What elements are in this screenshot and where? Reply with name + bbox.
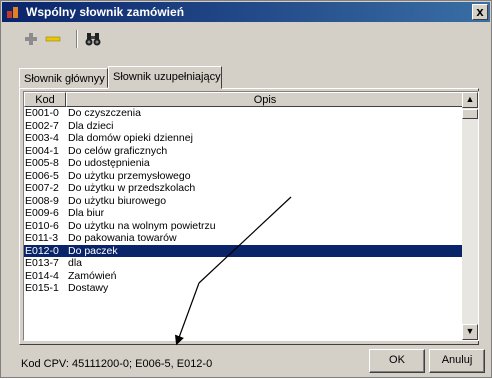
table-row[interactable]: E009-6 Dla biur (24, 207, 464, 220)
row-description: Dostawy (68, 282, 109, 294)
list-header: Kod Opis (24, 92, 464, 107)
binoculars-icon (85, 33, 101, 46)
row-code: E009-6 (25, 207, 59, 219)
scroll-thumb[interactable] (462, 109, 478, 119)
title-bar[interactable]: Wspólny słownik zamówień x (2, 2, 490, 22)
row-description: Do użytku na wolnym powietrzu (68, 219, 216, 232)
vertical-scrollbar[interactable]: ▲ ▼ (462, 92, 478, 340)
cancel-button[interactable]: Anuluj (429, 349, 485, 373)
find-button[interactable] (83, 29, 103, 49)
app-icon (7, 7, 18, 18)
row-description: Do użytku w przedszkolach (68, 182, 196, 194)
toolbar (21, 27, 221, 51)
table-row[interactable]: E004-1 Do celów graficznych (24, 145, 464, 158)
row-description: Do udostępnienia (68, 157, 150, 169)
minus-icon (45, 36, 61, 42)
row-code: E010-6 (25, 219, 59, 232)
row-code: E004-1 (25, 144, 59, 157)
cpv-status-text: Kod CPV: 45111200-0; E006-5, E012-0 (21, 358, 213, 370)
column-header-opis[interactable]: Opis (66, 92, 464, 107)
close-button[interactable]: x (472, 4, 488, 20)
tab-main-dictionary-label: Słownik głównyy (24, 73, 105, 85)
tab-main-dictionary[interactable]: Słownik głównyy (19, 68, 108, 88)
table-row[interactable]: E015-1 Dostawy (24, 282, 464, 295)
row-code: E008-9 (25, 194, 59, 207)
ok-button[interactable]: OK (369, 349, 425, 373)
row-description: Dla domów opieki dziennej (68, 132, 193, 144)
row-description: dla (68, 257, 83, 269)
cancel-button-label: Anuluj (441, 354, 473, 366)
table-row[interactable]: E001-0 Do czyszczenia (24, 107, 464, 120)
row-code: E014-4 (25, 269, 59, 282)
table-row[interactable]: E012-0 Do paczek (24, 244, 464, 257)
row-code: E003-4 (25, 132, 59, 144)
row-description: Do celów graficznych (68, 144, 168, 157)
remove-button[interactable] (43, 29, 63, 49)
row-code: E005-8 (25, 157, 59, 169)
row-description: Dla biur (68, 207, 105, 219)
row-code: E015-1 (25, 282, 59, 294)
row-code: E013-7 (25, 257, 59, 269)
row-code: E006-5 (25, 169, 59, 182)
ok-button-label: OK (389, 354, 405, 366)
row-description: Do paczek (68, 244, 118, 257)
tab-strip: Słownik głównyy Słownik uzupełniający (19, 66, 479, 89)
row-description: Do pakowania towarów (68, 232, 177, 244)
table-row[interactable]: E011-3 Do pakowania towarów (24, 232, 464, 245)
row-code: E007-2 (25, 182, 59, 194)
row-description: Do użytku biurowego (68, 194, 167, 207)
code-list[interactable]: Kod Opis E001-0 Do czyszczenia E002-7 Dla d… (23, 91, 479, 341)
table-row[interactable]: E005-8 Do udostępnienia (24, 157, 464, 170)
row-code: E012-0 (25, 244, 59, 257)
table-row[interactable]: E002-7 Dla dzieci (24, 120, 464, 133)
dialog-window: Wspólny słownik zamówień x Słownik główn… (0, 0, 492, 378)
scroll-up-button[interactable]: ▲ (462, 92, 478, 108)
row-description: Dla dzieci (68, 119, 114, 132)
table-row[interactable]: E007-2 Do użytku w przedszkolach (24, 182, 464, 195)
table-row[interactable]: E010-6 Do użytku na wolnym powietrzu (24, 220, 464, 233)
table-row[interactable]: E008-9 Do użytku biurowego (24, 195, 464, 208)
row-code: E011-3 (25, 232, 59, 244)
row-description: Do użytku przemysłowego (68, 169, 191, 182)
add-button[interactable] (21, 29, 41, 49)
list-rows: E001-0 Do czyszczenia E002-7 Dla dzieci E003… (24, 107, 464, 295)
row-code: E001-0 (25, 107, 59, 119)
table-row[interactable]: E006-5 Do użytku przemysłowego (24, 170, 464, 183)
column-header-kod[interactable]: Kod (24, 92, 66, 107)
row-description: Do czyszczenia (68, 107, 141, 119)
table-row[interactable]: E014-4 Zamówień (24, 270, 464, 283)
plus-icon (25, 33, 37, 45)
row-code: E002-7 (25, 119, 59, 132)
tab-supplementary-dictionary[interactable]: Słownik uzupełniający (108, 66, 222, 89)
table-row[interactable]: E003-4 Dla domów opieki dziennej (24, 132, 464, 145)
row-description: Zamówień (68, 269, 117, 282)
tab-supplementary-dictionary-label: Słownik uzupełniający (113, 71, 221, 83)
window-title: Wspólny słownik zamówień (26, 5, 185, 19)
toolbar-separator (76, 30, 78, 48)
table-row[interactable]: E013-7 dla (24, 257, 464, 270)
scroll-down-button[interactable]: ▼ (462, 324, 478, 340)
